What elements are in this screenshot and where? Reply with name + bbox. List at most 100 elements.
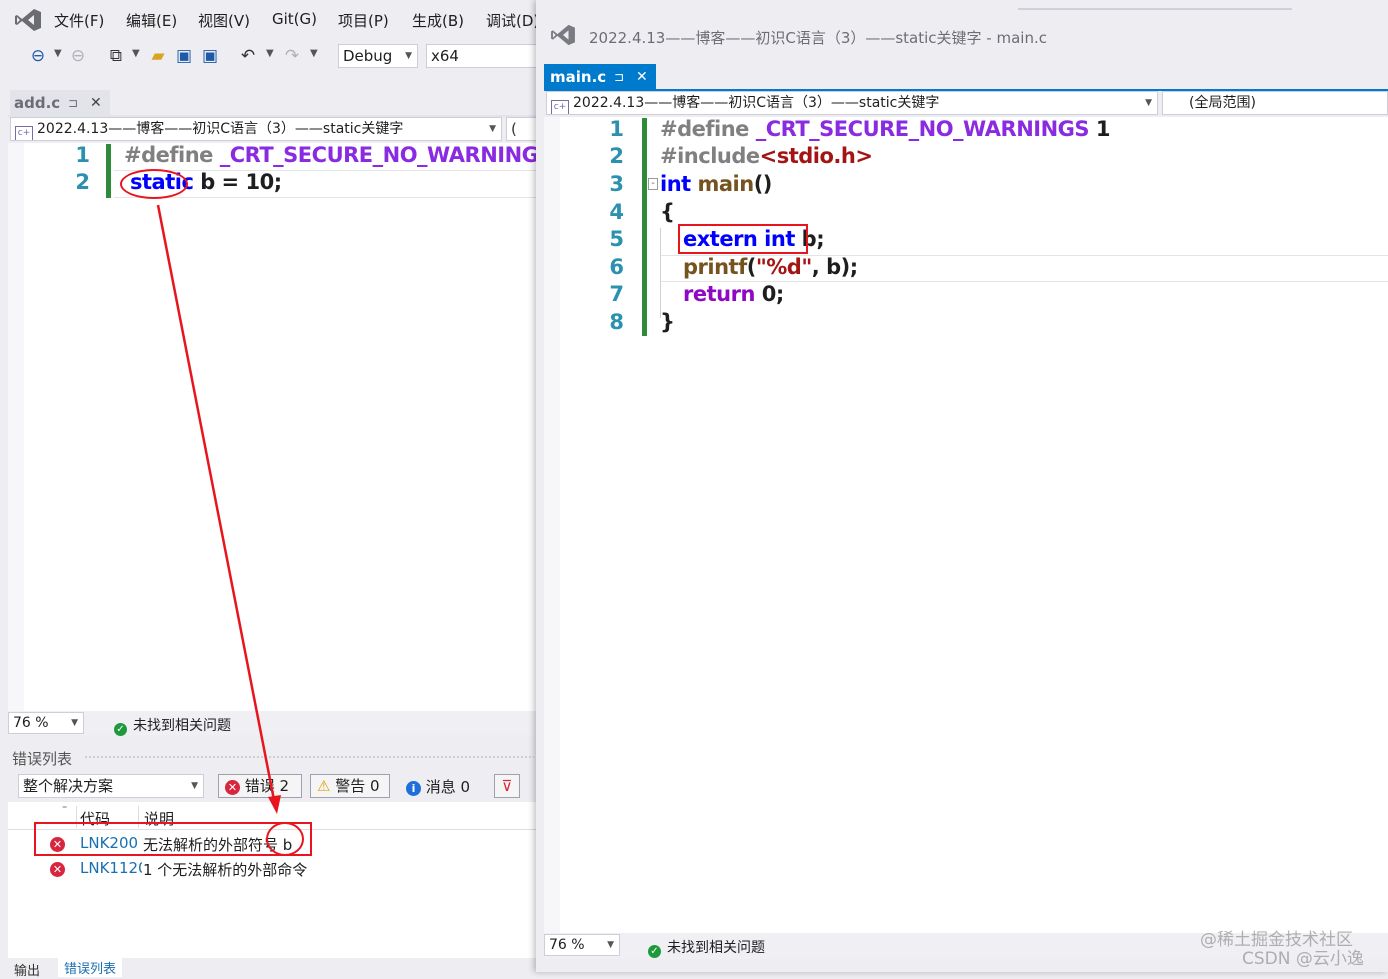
menu-file[interactable]: 文件(F) [54,10,104,31]
back-icon[interactable]: ⊖ [28,46,48,66]
chevron-down-icon: ▼ [607,940,614,950]
window-title: 2022.4.13——博客——初识C语言（3）——static关键字 - mai… [589,29,1047,47]
zoom-select[interactable]: 76 % ▼ [8,712,84,734]
visual-studio-logo-icon [15,9,41,31]
line-number: 3 [609,172,624,196]
line-number: 1 [75,143,90,167]
errors-filter-label: 错误 2 [244,777,290,795]
visual-studio-logo-icon [551,24,575,46]
pin-icon[interactable]: ⊐ [614,64,624,90]
menu-build[interactable]: 生成(B) [412,10,464,31]
error-list-title: 错误列表 [12,750,73,768]
code-line-1: #define _CRT_SECURE_NO_WARNINGS 1 [124,143,574,167]
new-project-icon[interactable]: ⧉ [106,46,126,66]
configuration-value: Debug [343,47,393,65]
line-number: 8 [609,310,624,334]
error-description: 1 个无法解析的外部命令 [143,861,308,879]
undo-dropdown-icon[interactable]: ▼ [266,48,274,59]
annotation-static-ellipse [120,169,188,199]
menu-project[interactable]: 项目(P) [338,10,389,31]
back-dropdown-icon[interactable]: ▼ [54,48,62,59]
check-circle-icon: ✓ [114,723,127,736]
editor-margin [8,143,24,711]
platform-value: x64 [431,47,459,65]
annotation-b-circle [266,822,304,856]
tab-label: main.c [550,68,607,86]
change-indicator [642,118,647,336]
error-icon: ✕ [225,780,240,795]
menu-view[interactable]: 视图(V) [198,10,250,31]
background-window-edge [1018,8,1292,10]
chevron-down-icon: ▼ [1145,98,1152,108]
menu-debug[interactable]: 调试(D) [486,10,539,31]
editor-status-bar [8,711,540,735]
save-all-icon[interactable]: ▣ [200,46,220,66]
tab-error-list[interactable]: 错误列表 [58,958,123,977]
menu-git[interactable]: Git(G) [272,10,317,28]
project-nav-select[interactable]: c+ 2022.4.13——博客——初识C语言（3）——static关键字 ▼ [10,117,502,141]
tab-output[interactable]: 输出 [14,960,40,979]
scope-value: (全局范围) [1189,95,1256,111]
scope-partial-text: ( [511,120,517,138]
error-row[interactable]: ✕ [50,859,65,877]
menu-edit[interactable]: 编辑(E) [126,10,177,31]
close-icon[interactable]: ✕ [636,64,648,90]
panel-grip[interactable] [84,755,534,760]
indent-guide [660,228,661,318]
project-nav-select[interactable]: c+ 2022.4.13——博客——初识C语言（3）——static关键字 ▼ [546,91,1158,115]
zoom-value: 76 % [13,715,49,731]
scope-filter-select[interactable]: 整个解决方案 ▼ [18,774,204,798]
save-icon[interactable]: ▣ [174,46,194,66]
chevron-down-icon: ▼ [489,124,496,134]
warnings-filter-button[interactable]: ⚠ 警告 0 [310,774,390,798]
code-line-8: } [660,310,675,334]
scope-filter-value: 整个解决方案 [23,777,114,795]
right-ide-window: 2022.4.13——博客——初识C语言（3）——static关键字 - mai… [536,0,1388,972]
pin-icon[interactable]: ⊐ [68,90,78,116]
chevron-down-icon: ▼ [191,781,198,791]
messages-filter-button[interactable]: i 消息 0 [406,776,470,797]
line-number: 2 [609,144,624,168]
code-line-2: #include<stdio.h> [660,144,873,168]
line-number: 6 [609,255,624,279]
tab-main-c[interactable]: main.c ⊐ ✕ [544,64,656,90]
scope-select[interactable]: (全局范围) [1162,91,1388,115]
annotation-extern-box [678,224,808,254]
issues-status: ✓ 未找到相关问题 [648,937,765,958]
warning-icon: ⚠ [317,777,331,795]
open-folder-icon[interactable]: ▰ [148,46,168,66]
new-project-dropdown-icon[interactable]: ▼ [132,48,140,59]
line-number: 4 [609,200,624,224]
warnings-filter-label: 警告 0 [335,777,380,795]
zoom-value: 76 % [549,937,585,953]
configuration-select[interactable]: Debug ▼ [338,44,418,68]
change-indicator [106,144,111,198]
code-line-3: int main() [660,172,772,196]
left-ide-window: 文件(F) 编辑(E) 视图(V) Git(G) 项目(P) 生成(B) 调试(… [0,0,574,979]
error-icon: ✕ [50,862,65,877]
tab-add-c[interactable]: add.c ⊐ ✕ [10,90,110,116]
check-circle-icon: ✓ [648,945,661,958]
issues-status: ✓ 未找到相关问题 [114,715,231,736]
errors-filter-button[interactable]: ✕ 错误 2 [218,774,302,798]
close-icon[interactable]: ✕ [90,90,102,116]
line-number: 7 [609,282,624,306]
redo-icon[interactable]: ↷ [282,46,302,66]
tab-label: add.c [14,94,61,112]
code-line-1: #define _CRT_SECURE_NO_WARNINGS 1 [660,117,1110,141]
filter-icon[interactable]: ⊽ [494,774,520,798]
forward-icon[interactable]: ⊖ [68,46,88,66]
project-icon: c+ [15,126,33,140]
zoom-select[interactable]: 76 % ▼ [544,934,620,956]
collapse-icon[interactable]: - [648,178,658,190]
editor-add-c[interactable] [24,143,540,711]
watermark-line-2: CSDN @云小逸 [1242,949,1364,969]
undo-icon[interactable]: ↶ [238,46,258,66]
project-nav-value: 2022.4.13——博客——初识C语言（3）——static关键字 [37,121,404,137]
chevron-down-icon: ▼ [71,718,78,728]
sort-icon[interactable]: ⁼ [62,804,67,815]
chevron-down-icon: ▼ [405,51,412,61]
redo-dropdown-icon[interactable]: ▼ [310,48,318,59]
platform-select[interactable]: x64 [426,44,540,68]
issues-status-text: 未找到相关问题 [667,940,765,956]
